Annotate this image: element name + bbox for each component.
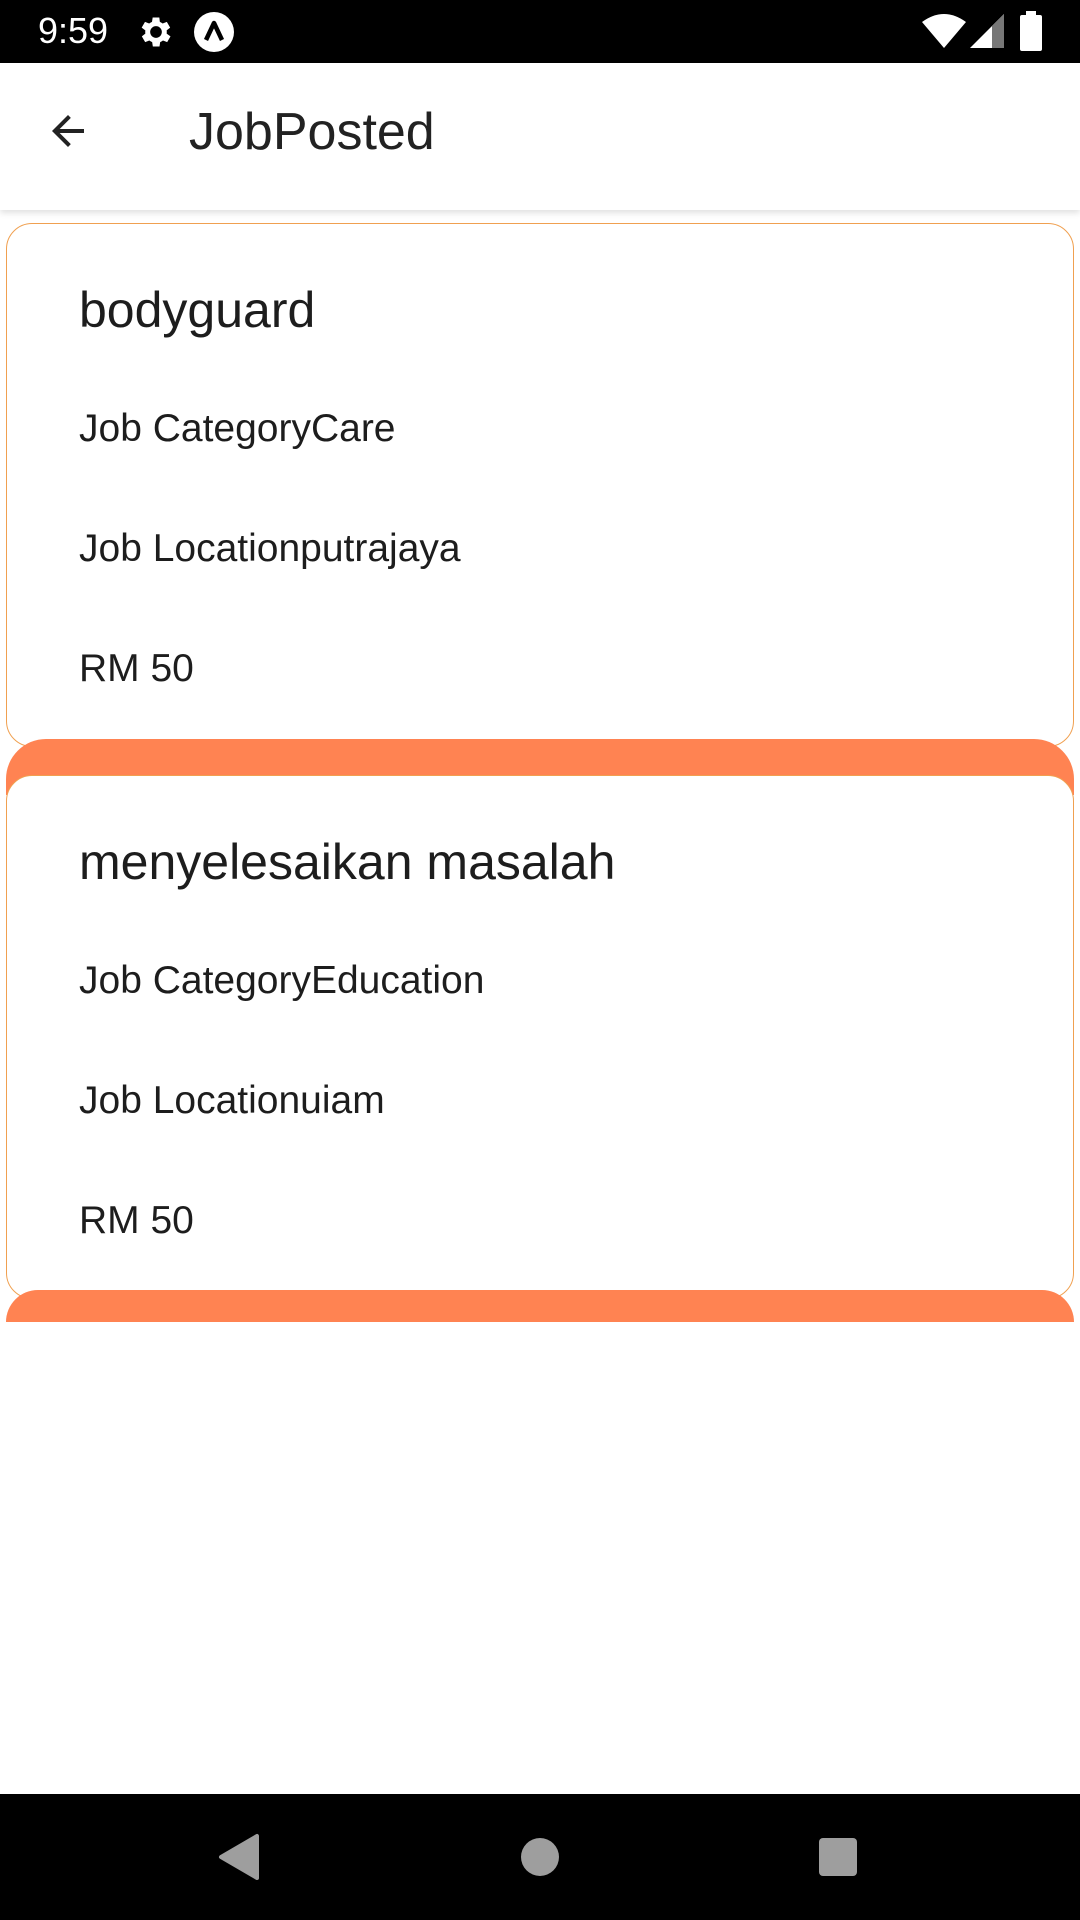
job-location: Job Locationputrajaya: [79, 527, 461, 570]
job-category: Job CategoryCare: [79, 407, 396, 450]
job-pay: RM 50: [79, 1199, 194, 1242]
status-time: 9:59: [38, 10, 109, 51]
wifi-icon: [922, 14, 966, 48]
home-circle-icon: [521, 1838, 559, 1876]
battery-icon: [1020, 11, 1042, 51]
job-title: bodyguard: [79, 282, 316, 338]
nav-back-button[interactable]: [194, 1812, 284, 1902]
settings-icon: [141, 17, 171, 47]
job-location: Job Locationuiam: [79, 1079, 385, 1122]
back-triangle-icon: [219, 1834, 259, 1880]
job-title: menyelesaikan masalah: [79, 834, 616, 890]
arrow-back-icon: [52, 115, 84, 147]
navigation-bar: [0, 1794, 1080, 1920]
job-card[interactable]: menyelesaikan masalah Job CategoryEducat…: [6, 775, 1074, 1299]
status-bar: 9:59: [0, 0, 1080, 63]
recents-square-icon: [819, 1838, 857, 1876]
job-pay: RM 50: [79, 647, 194, 690]
page-title: JobPosted: [189, 103, 435, 161]
job-card[interactable]: bodyguard Job CategoryCare Job Locationp…: [6, 223, 1074, 747]
nav-home-button[interactable]: [495, 1812, 585, 1902]
cellular-signal-icon: [970, 14, 1004, 48]
job-card-accent: [6, 1290, 1074, 1322]
job-category: Job CategoryEducation: [79, 959, 485, 1002]
app-notification-icon: [194, 12, 234, 52]
app-bar: JobPosted: [0, 63, 1080, 210]
nav-recents-button[interactable]: [793, 1812, 883, 1902]
back-button[interactable]: [28, 91, 108, 171]
